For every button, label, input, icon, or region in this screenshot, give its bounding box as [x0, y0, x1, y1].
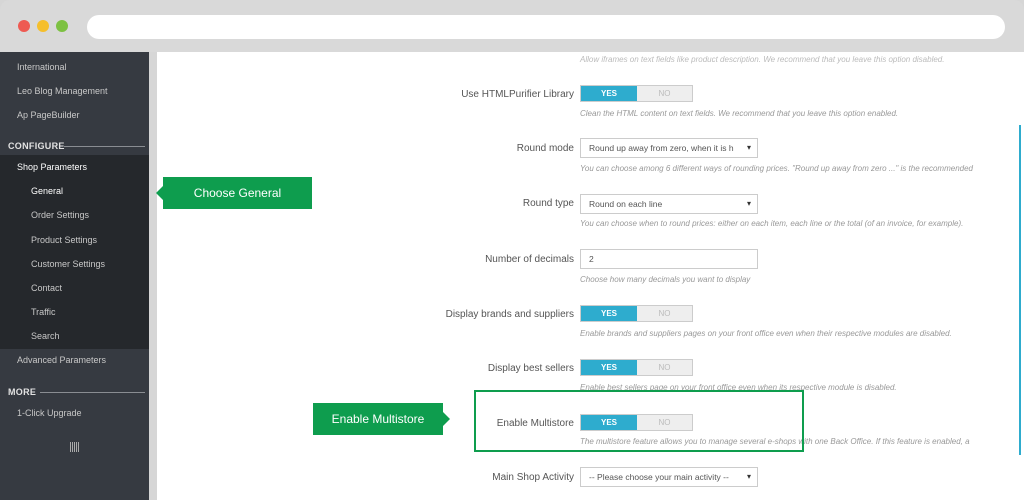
- close-window-icon[interactable]: [18, 20, 30, 32]
- sidebar-item-product-settings[interactable]: Product Settings: [31, 233, 97, 247]
- round-mode-value: Round up away from zero, when it is h: [589, 143, 734, 153]
- sidebar-section-more: MORE: [8, 387, 37, 397]
- best-sellers-label: Display best sellers: [487, 363, 574, 374]
- htmlpurifier-help: Clean the HTML content on text fields. W…: [580, 109, 899, 118]
- brands-label: Display brands and suppliers: [445, 309, 574, 320]
- round-type-label: Round type: [522, 198, 574, 209]
- sidebar-item-customer-settings[interactable]: Customer Settings: [31, 257, 105, 271]
- callout-choose-general: Choose General: [156, 177, 312, 209]
- sidebar-item-contact[interactable]: Contact: [31, 281, 62, 295]
- brands-toggle[interactable]: YES NO: [580, 305, 693, 322]
- htmlpurifier-toggle[interactable]: YES NO: [580, 85, 693, 102]
- chevron-down-icon: ▾: [746, 143, 751, 152]
- callout-enable-multistore: Enable Multistore: [313, 403, 450, 435]
- sidebar: International Leo Blog Management Ap Pag…: [0, 52, 149, 500]
- sidebar-item-leo-blog[interactable]: Leo Blog Management: [17, 84, 108, 98]
- decimals-label: Number of decimals: [485, 254, 574, 265]
- sidebar-item-advanced-parameters[interactable]: Advanced Parameters: [17, 353, 106, 367]
- round-type-value: Round on each line: [589, 199, 663, 209]
- sidebar-item-general[interactable]: General: [31, 184, 63, 198]
- round-type-select[interactable]: Round on each line ▾: [580, 194, 758, 214]
- sidebar-item-search[interactable]: Search: [31, 329, 60, 343]
- brands-yes[interactable]: YES: [581, 306, 637, 321]
- sidebar-item-upgrade[interactable]: 1-Click Upgrade: [17, 406, 82, 420]
- divider: [64, 146, 145, 147]
- brands-no[interactable]: NO: [637, 306, 692, 321]
- main-activity-label: Main Shop Activity: [492, 472, 574, 483]
- scrollbar[interactable]: [1019, 125, 1021, 455]
- main-activity-value: -- Please choose your main activity --: [589, 472, 729, 482]
- sidebar-item-order-settings[interactable]: Order Settings: [31, 208, 89, 222]
- maximize-window-icon[interactable]: [56, 20, 68, 32]
- sidebar-item-shop-parameters[interactable]: Shop Parameters: [17, 160, 87, 174]
- round-mode-select[interactable]: Round up away from zero, when it is h ▾: [580, 138, 758, 158]
- sidebar-item-traffic[interactable]: Traffic: [31, 305, 56, 319]
- decimals-input[interactable]: 2: [580, 249, 758, 269]
- brands-help: Enable brands and suppliers pages on you…: [580, 329, 952, 338]
- minimize-window-icon[interactable]: [37, 20, 49, 32]
- round-mode-help: You can choose among 6 different ways of…: [580, 164, 974, 173]
- best-sellers-toggle[interactable]: YES NO: [580, 359, 693, 376]
- sidebar-section-configure: CONFIGURE: [8, 141, 65, 151]
- htmlpurifier-label: Use HTMLPurifier Library: [461, 89, 574, 100]
- chevron-down-icon: ▾: [746, 472, 751, 481]
- collapse-sidebar-icon[interactable]: [70, 442, 79, 452]
- round-mode-label: Round mode: [516, 143, 574, 154]
- address-bar[interactable]: [87, 15, 1005, 39]
- best-sellers-no[interactable]: NO: [637, 360, 692, 375]
- round-type-help: You can choose when to round prices: eit…: [580, 219, 964, 228]
- htmlpurifier-yes[interactable]: YES: [581, 86, 637, 101]
- htmlpurifier-no[interactable]: NO: [637, 86, 692, 101]
- sidebar-submenu: [0, 155, 149, 349]
- browser-chrome: [0, 0, 1024, 52]
- main-activity-select[interactable]: -- Please choose your main activity -- ▾: [580, 467, 758, 487]
- iframes-help: Allow iframes on text fields like produc…: [580, 55, 945, 64]
- multistore-highlight-box: [474, 390, 804, 452]
- best-sellers-yes[interactable]: YES: [581, 360, 637, 375]
- decimals-help: Choose how many decimals you want to dis…: [580, 275, 751, 284]
- divider: [40, 392, 145, 393]
- chevron-down-icon: ▾: [746, 199, 751, 208]
- sidebar-item-ap-pagebuilder[interactable]: Ap PageBuilder: [17, 108, 80, 122]
- sidebar-item-international[interactable]: International: [17, 60, 67, 74]
